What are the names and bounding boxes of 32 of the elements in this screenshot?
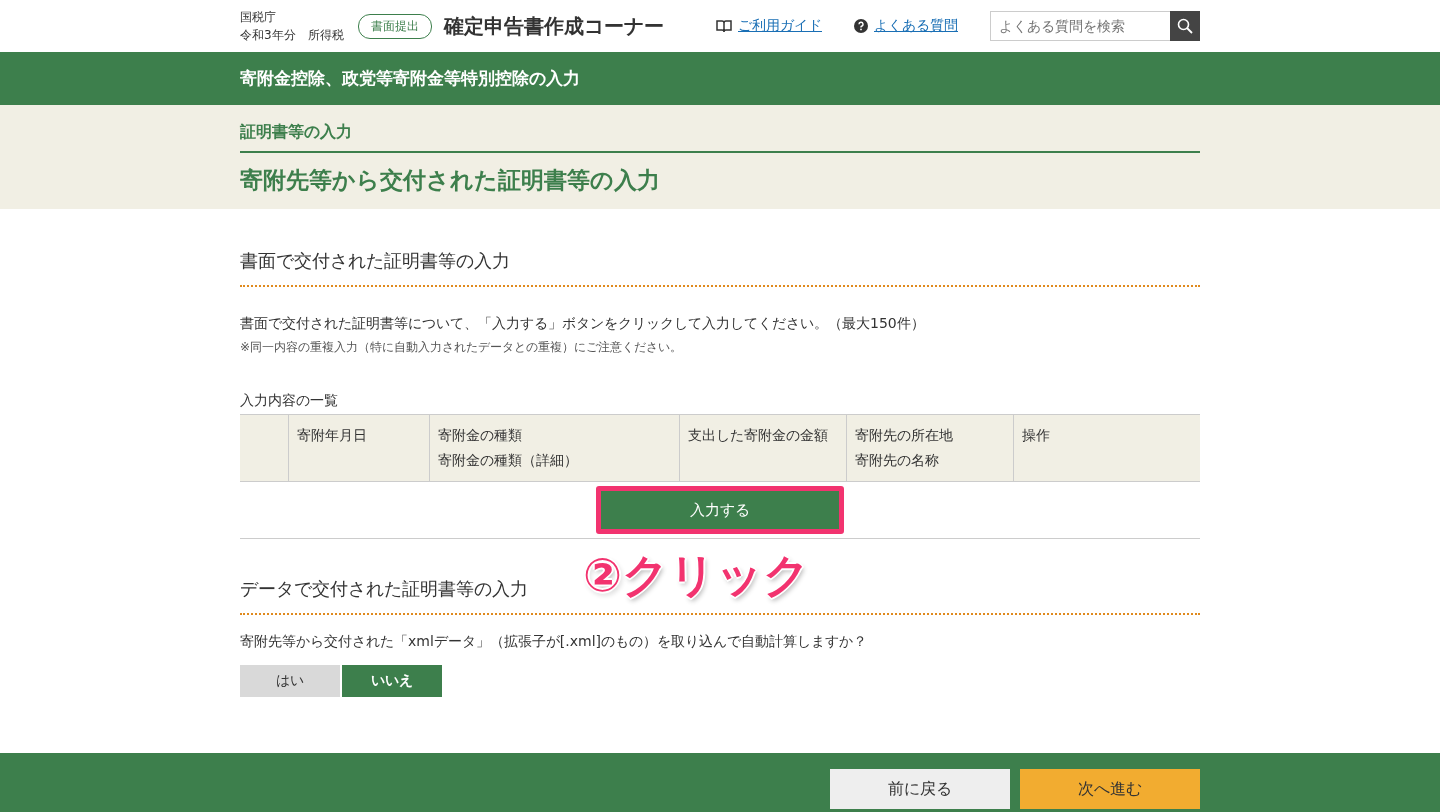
- column-header: 寄附年月日: [297, 426, 368, 445]
- column-header: 寄附金の種類（詳細）: [438, 451, 579, 470]
- option-button[interactable]: いいえ: [342, 665, 442, 697]
- column-header: 支出した寄附金の金額: [688, 426, 829, 445]
- section-title: 書面で交付された証明書等の入力: [240, 249, 1200, 287]
- next-button[interactable]: 次へ進む: [1020, 769, 1200, 809]
- input-button[interactable]: 入力する: [601, 491, 839, 529]
- search-button[interactable]: [1170, 11, 1200, 41]
- click-annotation: ②クリック: [583, 547, 810, 604]
- table-caption: 入力内容の一覧: [240, 392, 339, 410]
- book-icon: [716, 19, 732, 33]
- mode-badge: 書面提出: [357, 13, 432, 39]
- question-text: 寄附先等から交付された「xmlデータ」（拡張子が[.xml]のもの）を取り込んで自動計算しますか？: [240, 633, 868, 651]
- page-heading: 寄附先等から交付された証明書等の入力: [240, 166, 661, 195]
- column-header: 寄附金の種類: [438, 426, 523, 445]
- faq-link[interactable]: よくある質問: [854, 17, 958, 35]
- guide-link[interactable]: ご利用ガイド: [716, 17, 822, 35]
- option-button[interactable]: はい: [240, 665, 340, 697]
- search-icon: [1177, 18, 1193, 34]
- help-icon: [854, 19, 868, 33]
- column-header: 寄附先の名称: [855, 451, 940, 470]
- tax-year: 令和3年分 所得税: [240, 27, 344, 44]
- caution-note: ※同一内容の重複入力（特に自動入力されたデータとの重複）にご注意ください。: [240, 339, 684, 356]
- site-title: 確定申告書作成コーナー: [443, 12, 664, 40]
- column-header: 操作: [1022, 426, 1051, 445]
- instruction-text: 書面で交付された証明書等について、「入力する」ボタンをクリックして入力してください。（最大150件）: [240, 315, 926, 333]
- back-button[interactable]: 前に戻る: [830, 769, 1010, 809]
- step-label: 証明書等の入力: [240, 122, 352, 141]
- column-header: 寄附先の所在地: [855, 426, 954, 445]
- page-title: 寄附金控除、政党等寄附金等特別控除の入力: [240, 67, 581, 90]
- search-field[interactable]: よくある質問を検索: [990, 11, 1170, 41]
- agency-name: 国税庁: [240, 9, 277, 26]
